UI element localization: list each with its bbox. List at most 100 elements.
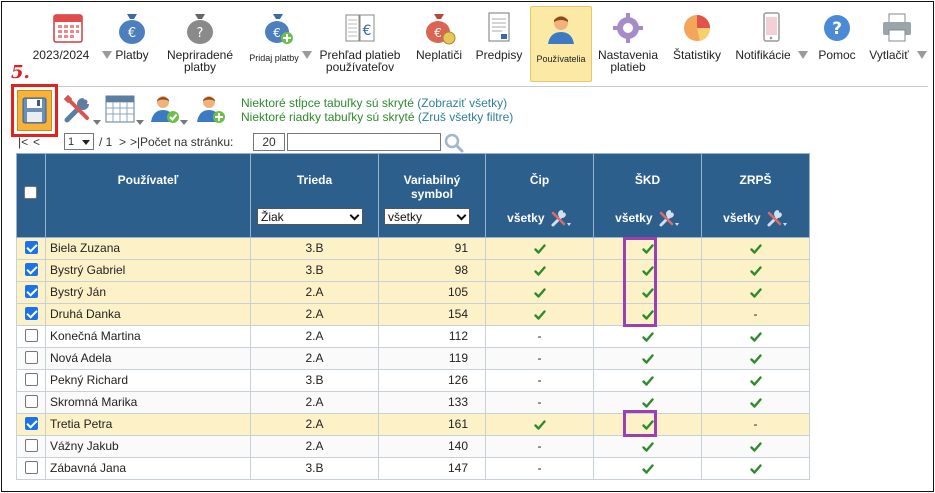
header-zrps[interactable]: ZRPŠ všetky (701, 153, 810, 238)
pager-prev[interactable]: < (33, 135, 40, 149)
table-body: Biela Zuzana3.B91✔✔✔Bystrý Gabriel3.B98✔… (16, 237, 810, 480)
toolbar-unassigned-payments[interactable]: ? Nepriradené platby (162, 6, 238, 82)
user-name-cell[interactable]: Tretia Petra (45, 413, 251, 436)
table-row[interactable]: Bystrý Gabriel3.B98✔✔✔ (16, 259, 810, 282)
toolbar-label: Notifikácie (735, 48, 791, 62)
row-checkbox[interactable] (24, 307, 38, 321)
table-row[interactable]: Zábavná Jana3.B147-✔✔ (16, 457, 810, 480)
table-row[interactable]: Nová Adela2.A119-✔✔ (16, 347, 810, 370)
user-name-cell[interactable]: Pekný Richard (45, 369, 251, 392)
toolbar-label: Štatistiky (672, 48, 721, 62)
user-name-cell[interactable]: Skromná Marika (45, 391, 251, 414)
money-bag-debtor-icon: € (426, 14, 456, 45)
table-row[interactable]: Bystrý Ján2.A105✔✔✔ (16, 281, 810, 304)
save-button[interactable] (17, 90, 52, 131)
pager-last[interactable]: >| (130, 135, 140, 149)
zrps-cell: ✔ (701, 259, 810, 282)
row-checkbox[interactable] (24, 241, 38, 255)
columns-grid-icon[interactable] (103, 92, 137, 126)
zrps-cell: ✔ (701, 237, 810, 260)
header-user[interactable]: Používateľ (45, 153, 251, 238)
toolbar-users[interactable]: Používatelia (530, 6, 592, 82)
user-add-icon[interactable] (194, 92, 228, 126)
select-all-checkbox[interactable] (24, 186, 37, 199)
toolbar-debtors[interactable]: € Neplatiči (410, 6, 468, 82)
table-row[interactable]: Vážny Jakub2.A140-✔✔ (16, 435, 810, 458)
svg-text:?: ? (197, 26, 204, 41)
toolbar-print[interactable]: Vytlačiť (866, 6, 928, 82)
chevron-down-icon[interactable] (136, 120, 144, 125)
per-page-input[interactable]: 20 (253, 133, 285, 151)
row-checkbox[interactable] (24, 263, 38, 277)
table-row[interactable]: Tretia Petra2.A161✔✔- (16, 413, 810, 436)
chevron-down-icon[interactable] (302, 51, 312, 59)
user-name-cell[interactable]: Bystrý Gabriel (45, 259, 251, 282)
class-filter-select[interactable]: Žiak (257, 208, 363, 225)
chip-filter[interactable]: všetky (486, 208, 593, 228)
header-class[interactable]: Trieda Žiak (250, 153, 379, 238)
user-name-cell[interactable]: Konečná Martina (45, 325, 251, 348)
table-row[interactable]: Skromná Marika2.A133-✔✔ (16, 391, 810, 414)
skd-filter[interactable]: všetky (594, 208, 701, 228)
user-check-icon[interactable] (148, 92, 182, 126)
toolbar-statistics[interactable]: Štatistiky (666, 6, 728, 82)
table-row[interactable]: Biela Zuzana3.B91✔✔✔ (16, 237, 810, 260)
user-name-cell[interactable]: Zábavná Jana (45, 457, 251, 480)
chevron-down-icon[interactable] (917, 51, 927, 59)
search-input[interactable] (287, 133, 441, 151)
toolbar-add-payments[interactable]: € Pridaj platby (244, 6, 312, 82)
variable-symbol-cell: 112 (378, 325, 486, 348)
row-checkbox[interactable] (24, 439, 38, 453)
row-select-cell (16, 325, 46, 348)
row-checkbox[interactable] (24, 351, 38, 365)
toolbar-label: Používatelia (536, 54, 586, 64)
check-icon (749, 395, 762, 409)
tools-icon[interactable] (61, 92, 95, 126)
chevron-down-icon[interactable] (798, 51, 808, 59)
search-icon[interactable] (443, 132, 465, 154)
user-name-cell[interactable]: Nová Adela (45, 347, 251, 370)
toolbar-user-payments-overview[interactable]: € Prehľad platieb používateľov (316, 6, 404, 82)
user-name-cell[interactable]: Druhá Danka (45, 303, 251, 326)
pager-total: / 1 (99, 135, 113, 149)
row-checkbox[interactable] (24, 285, 38, 299)
tools-icon[interactable] (764, 208, 788, 228)
zrps-filter[interactable]: všetky (702, 208, 809, 228)
toolbar-school-year[interactable]: 2023/2024 (26, 6, 112, 82)
skd-cell: ✔ (593, 369, 702, 392)
table-header-row: Používateľ Trieda Žiak Variabilný symbol… (16, 153, 810, 238)
toolbar-regulations[interactable]: Predpisy (472, 6, 526, 82)
toolbar-help[interactable]: ? Pomoc (814, 6, 860, 82)
header-chip[interactable]: Čip všetky (485, 153, 594, 238)
row-checkbox[interactable] (24, 417, 38, 431)
toolbar-notifications[interactable]: Notifikácie (732, 6, 810, 82)
header-skd[interactable]: ŠKD všetky (593, 153, 702, 238)
user-name-cell[interactable]: Vážny Jakub (45, 435, 251, 458)
row-checkbox[interactable] (24, 329, 38, 343)
toolbar-platby[interactable]: € Platby (108, 6, 156, 82)
table-row[interactable]: Konečná Martina2.A112-✔✔ (16, 325, 810, 348)
show-all-columns-link[interactable]: (Zobraziť všetky) (417, 96, 507, 110)
skd-cell: ✔ (593, 457, 702, 480)
row-checkbox[interactable] (24, 461, 38, 475)
pager-next[interactable]: > (119, 135, 126, 149)
chevron-down-icon[interactable] (93, 120, 101, 125)
vs-filter-select[interactable]: všetky (384, 208, 470, 225)
clear-filters-link[interactable]: (Zruš všetky filtre) (418, 110, 513, 124)
chevron-down-icon[interactable] (180, 120, 188, 125)
table-row[interactable]: Pekný Richard3.B126-✔✔ (16, 369, 810, 392)
toolbar-payment-settings[interactable]: Nastavenia platieb (596, 6, 660, 82)
user-name-cell[interactable]: Bystrý Ján (45, 281, 251, 304)
page-select[interactable]: 1 (64, 133, 94, 150)
header-label-line1: Variabilný (403, 173, 461, 187)
row-checkbox[interactable] (24, 373, 38, 387)
chip-cell: ✔ (485, 303, 594, 326)
calendar-icon (53, 14, 83, 43)
tools-icon[interactable] (548, 208, 572, 228)
table-row[interactable]: Druhá Danka2.A154✔✔- (16, 303, 810, 326)
header-variable-symbol[interactable]: Variabilný symbol všetky (378, 153, 486, 238)
tools-icon[interactable] (656, 208, 680, 228)
row-checkbox[interactable] (24, 395, 38, 409)
pager-first[interactable]: |< (18, 135, 28, 149)
user-name-cell[interactable]: Biela Zuzana (45, 237, 251, 260)
